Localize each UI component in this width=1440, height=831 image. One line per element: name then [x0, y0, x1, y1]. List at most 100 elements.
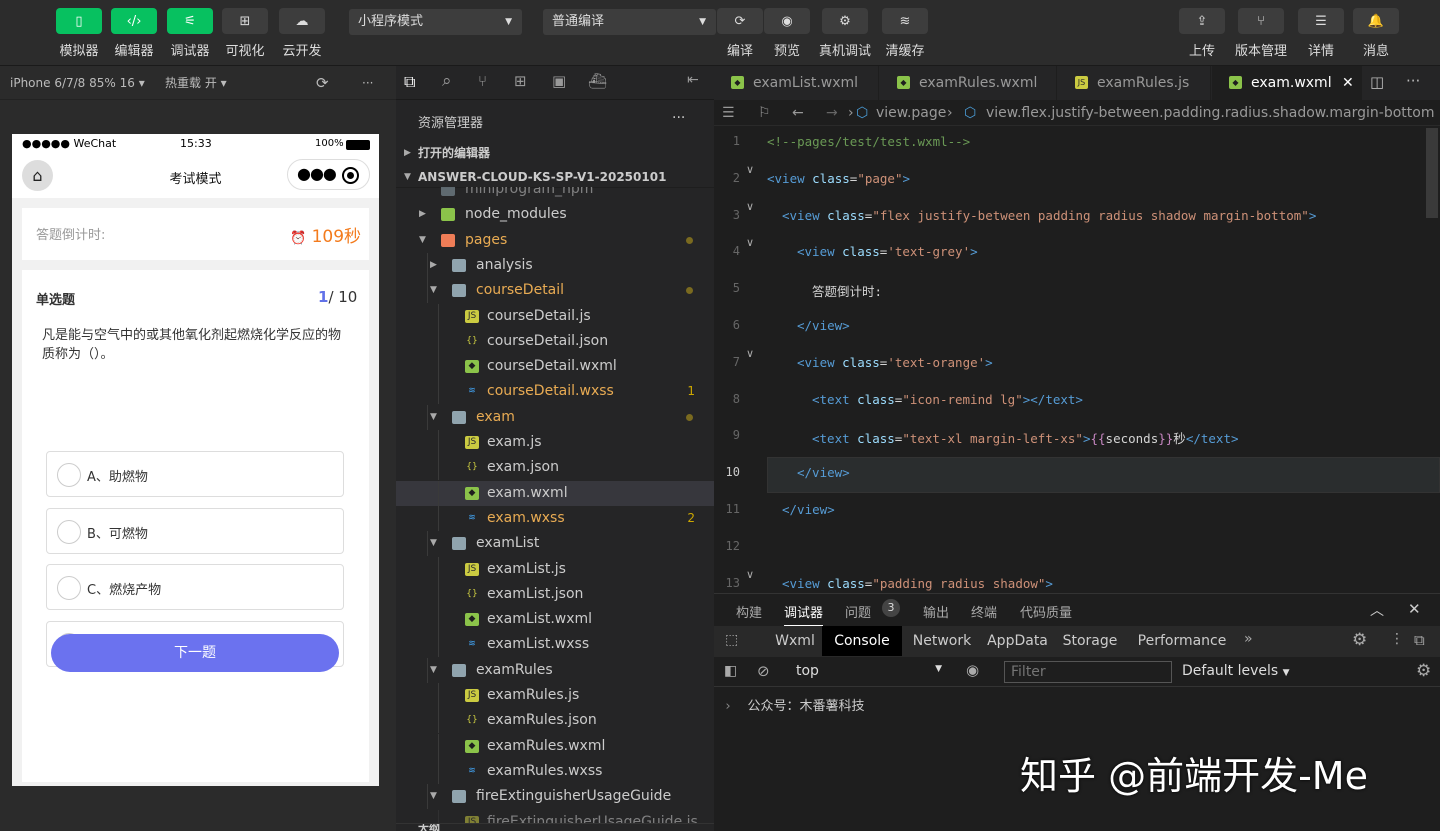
- editor-tab[interactable]: ◆ examRules.wxml: [880, 66, 1057, 100]
- bookmark-icon[interactable]: ⚐: [758, 100, 771, 126]
- outline-section[interactable]: 大纲: [396, 823, 714, 831]
- folder-item[interactable]: ▼ ▬ courseDetail: [396, 278, 714, 304]
- toolbar-button-1[interactable]: ‹/› 编辑器: [111, 8, 157, 59]
- search-icon[interactable]: ⌕: [442, 71, 452, 91]
- answer-option[interactable]: A、助燃物: [46, 451, 344, 497]
- devtools-tab[interactable]: AppData: [981, 626, 1054, 656]
- git-icon[interactable]: ⑂: [478, 72, 487, 90]
- folder-item[interactable]: ▼ ▬ examRules: [396, 657, 714, 683]
- file-item[interactable]: JS examRules.js: [396, 683, 714, 708]
- close-tab-icon[interactable]: ✕: [1342, 66, 1354, 100]
- device-select[interactable]: iPhone 6/7/8 85% 16 ▾: [10, 76, 145, 90]
- folder-item[interactable]: ▼ ▬ pages: [396, 228, 714, 253]
- action-button-1[interactable]: ◉ 预览: [764, 8, 810, 59]
- fold-chevron-icon[interactable]: ∨: [746, 236, 754, 249]
- devtools-tab[interactable]: Performance: [1123, 626, 1241, 656]
- toolbar-button-3[interactable]: ⊞ 可视化: [222, 8, 268, 59]
- folder-item[interactable]: ▶ ▬ analysis: [396, 252, 714, 278]
- mode-select[interactable]: 小程序模式 ▼: [349, 9, 522, 35]
- file-item[interactable]: JS exam.js: [396, 430, 714, 455]
- fold-chevron-icon[interactable]: ∨: [746, 347, 754, 360]
- next-button[interactable]: 下一题: [51, 634, 339, 672]
- more-tabs-icon[interactable]: »: [1244, 631, 1253, 647]
- fold-chevron-icon[interactable]: ∨: [746, 568, 754, 581]
- panel-tab[interactable]: 问题: [845, 602, 871, 621]
- compile-select[interactable]: 普通编译 ▼: [543, 9, 716, 35]
- file-item[interactable]: ≋ exam.wxss 2: [396, 505, 714, 531]
- list-icon[interactable]: ☰: [722, 100, 735, 126]
- files-icon[interactable]: ⧉: [404, 72, 415, 92]
- file-item[interactable]: ◆ courseDetail.wxml: [396, 354, 714, 380]
- radio-icon[interactable]: [57, 576, 81, 600]
- refresh-icon[interactable]: ⟳: [316, 66, 329, 100]
- docker-icon[interactable]: ⛴: [588, 72, 607, 90]
- breadcrumb-path[interactable]: view.flex.justify-between.padding.radius…: [986, 100, 1434, 126]
- panel-tab[interactable]: 调试器: [784, 602, 824, 626]
- forward-icon[interactable]: →: [826, 100, 838, 126]
- radio-icon[interactable]: [57, 520, 81, 544]
- file-item[interactable]: JS examList.js: [396, 556, 714, 582]
- gear-icon[interactable]: ⚙: [1416, 661, 1431, 681]
- more-icon[interactable]: ●●●: [297, 164, 337, 183]
- devtools-tab[interactable]: Wxml: [762, 626, 828, 656]
- gear-icon[interactable]: ⚙: [1352, 630, 1367, 650]
- file-item[interactable]: ≋ examList.wxss: [396, 632, 714, 658]
- editor-tab[interactable]: ◆ examList.wxml: [714, 66, 879, 100]
- close-capsule-icon[interactable]: [342, 167, 359, 184]
- inspect-icon[interactable]: ⬚: [725, 632, 738, 648]
- more-icon[interactable]: ···: [1406, 72, 1420, 90]
- file-item[interactable]: {} courseDetail.json: [396, 328, 714, 354]
- panel-tab[interactable]: 代码质量: [1020, 602, 1072, 621]
- devtools-tab[interactable]: Console: [822, 626, 902, 656]
- radio-icon[interactable]: [57, 463, 81, 487]
- storage-icon[interactable]: ▣: [552, 72, 566, 90]
- menu-icon[interactable]: ⋮: [1390, 631, 1404, 647]
- file-item[interactable]: {} examRules.json: [396, 708, 714, 734]
- panel-tab[interactable]: 终端: [971, 602, 997, 621]
- right-button-1[interactable]: ⑂ 版本管理: [1235, 8, 1287, 59]
- context-select[interactable]: top ▼: [788, 661, 948, 683]
- collapse-sidebar-icon[interactable]: ⇤: [687, 72, 699, 88]
- answer-option[interactable]: B、可燃物: [46, 508, 344, 554]
- file-item[interactable]: {} exam.json: [396, 455, 714, 481]
- maximize-panel-icon[interactable]: ︿: [1370, 600, 1384, 620]
- file-item[interactable]: ≋ courseDetail.wxss 1: [396, 379, 714, 405]
- split-editor-icon[interactable]: ◫: [1370, 73, 1384, 91]
- right-button-2[interactable]: ☰ 详情: [1298, 8, 1344, 59]
- fold-chevron-icon[interactable]: ∨: [746, 200, 754, 213]
- devtools-tab[interactable]: Network: [903, 626, 981, 656]
- eye-icon[interactable]: ◉: [966, 661, 979, 679]
- filter-input[interactable]: [1004, 661, 1172, 683]
- file-item[interactable]: ◆ exam.wxml: [396, 480, 714, 506]
- right-button-3[interactable]: 🔔 消息: [1353, 8, 1399, 59]
- file-item[interactable]: ◆ examList.wxml: [396, 607, 714, 633]
- open-editors-section[interactable]: ▶ 打开的编辑器: [396, 142, 714, 164]
- panel-tab[interactable]: 输出: [923, 602, 949, 621]
- folder-item[interactable]: ▬ miniprogram_npm: [396, 187, 714, 202]
- file-item[interactable]: {} examList.json: [396, 581, 714, 607]
- back-icon[interactable]: ←: [792, 100, 804, 126]
- file-item[interactable]: JS courseDetail.js: [396, 303, 714, 329]
- toolbar-button-2[interactable]: ⚟ 调试器: [167, 8, 213, 59]
- right-button-0[interactable]: ⇪ 上传: [1179, 8, 1225, 59]
- capsule-menu[interactable]: ●●●: [287, 159, 370, 190]
- file-item[interactable]: JS fireExtinguisherUsageGuide.js: [396, 809, 714, 823]
- code-area[interactable]: 1 <!--pages/test/test.wxml--> 2 ∨ <view clas…: [714, 126, 1440, 593]
- clear-console-icon[interactable]: ⊘: [757, 662, 770, 680]
- folder-item[interactable]: ▼ ▬ fireExtinguisherUsageGuide: [396, 784, 714, 810]
- editor-tab[interactable]: ◆ exam.wxml ✕: [1212, 66, 1362, 100]
- action-button-2[interactable]: ⚙ 真机调试: [819, 8, 871, 59]
- toolbar-button-4[interactable]: ☁ 云开发: [279, 8, 325, 59]
- sidebar-toggle-icon[interactable]: ◧: [724, 663, 737, 679]
- toolbar-button-0[interactable]: ▯ 模拟器: [56, 8, 102, 59]
- dock-icon[interactable]: ⧉: [1414, 631, 1425, 649]
- scrollbar[interactable]: [1426, 128, 1438, 218]
- extensions-icon[interactable]: ⊞: [514, 72, 527, 90]
- file-item[interactable]: ≋ examRules.wxss: [396, 758, 714, 784]
- devtools-tab[interactable]: Storage: [1061, 626, 1119, 656]
- file-item[interactable]: ◆ examRules.wxml: [396, 733, 714, 759]
- editor-tab[interactable]: JS examRules.js: [1058, 66, 1211, 100]
- folder-item[interactable]: ▶ ▬ node_modules: [396, 202, 714, 227]
- action-button-3[interactable]: ≋ 清缓存: [882, 8, 928, 59]
- breadcrumb-view[interactable]: view.page: [876, 100, 946, 126]
